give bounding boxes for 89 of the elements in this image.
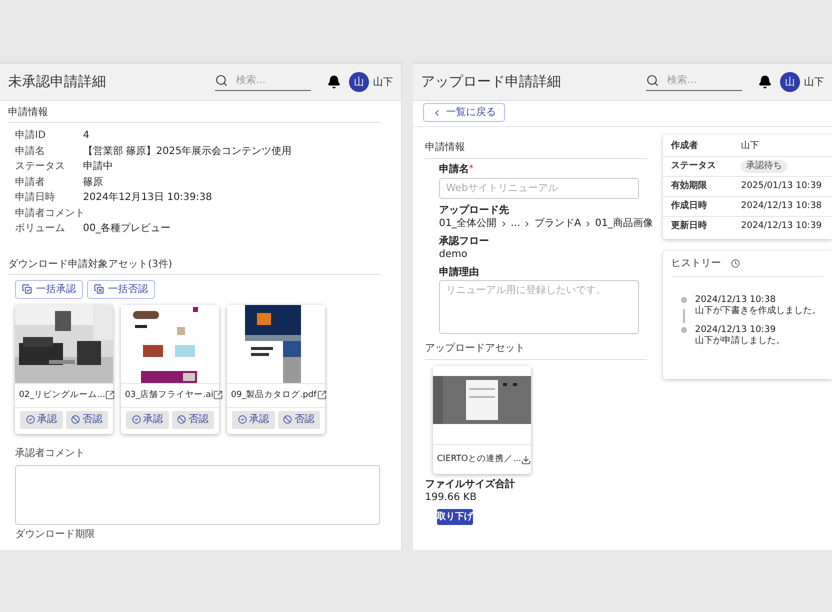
history-time: 2024/12/13 10:39	[695, 325, 777, 336]
download-icon[interactable]	[521, 454, 532, 464]
reason-field[interactable]: リニューアル用に登録したいです。	[439, 280, 639, 334]
detail-label: 作成日時	[671, 200, 708, 213]
detail-label: ステータス	[671, 160, 717, 173]
breadcrumb-item[interactable]: ...	[510, 217, 520, 230]
field-label: 申請者コメント	[15, 206, 83, 221]
asset-name: 02_リビングルーム...	[19, 388, 106, 402]
breadcrumb-item[interactable]: 01_全体公開	[439, 217, 497, 230]
field-value: demo	[439, 248, 468, 261]
reject-button[interactable]: 否認	[172, 410, 214, 428]
check-circle-icon	[132, 415, 141, 424]
section-title: アップロードアセット	[425, 342, 647, 360]
reject-button[interactable]: 否認	[66, 410, 108, 428]
detail-value: 山下	[741, 140, 759, 153]
field-label: 申請日時	[15, 190, 56, 206]
withdraw-button[interactable]: 取り下げ	[437, 509, 473, 525]
field-value: 2024年12月13日 10:39:38	[83, 191, 212, 206]
check-circle-icon	[26, 415, 35, 424]
detail-label: 作成者	[671, 140, 699, 153]
field-value: 199.66 KB	[425, 491, 478, 504]
field-label: 申請名	[439, 163, 469, 176]
check-circle-icon	[238, 415, 247, 424]
page-title: アップロード申請詳細	[421, 72, 562, 92]
section-title: 申請情報	[8, 101, 380, 123]
bulk-reject-button[interactable]: 一括否認	[87, 280, 155, 298]
field-value: 篠原	[83, 176, 103, 190]
field-value: 申請中	[83, 160, 113, 174]
user-name: 山下	[804, 76, 824, 90]
external-link-icon[interactable]	[213, 390, 224, 400]
user-avatar[interactable]: 山	[780, 72, 800, 92]
status-badge: 承認待ち	[741, 160, 787, 174]
copy-cross-icon	[94, 284, 104, 294]
name-field[interactable]: Webサイトリニューアル	[439, 178, 639, 199]
field-value: 【営業部 篠原】2025年展示会コンテンツ使用	[83, 144, 292, 159]
comment-field[interactable]	[15, 464, 380, 524]
detail-value: 2024/12/13 10:38	[741, 200, 822, 213]
detail-label: 更新日時	[671, 220, 708, 234]
external-link-icon[interactable]	[105, 390, 116, 400]
field-value: 4	[83, 129, 90, 144]
field-label: ファイルサイズ合計	[425, 478, 516, 491]
approve-button[interactable]: 承認	[126, 410, 168, 428]
bell-icon[interactable]	[327, 75, 341, 89]
field-label: 承認者コメント	[14, 446, 86, 460]
search-field[interactable]: 検索...	[667, 73, 727, 88]
section-title: ダウンロード申請対象アセット(3件)	[8, 256, 380, 274]
page-title: 未承認申請詳細	[8, 72, 107, 92]
history-text: 山下が申請しました。	[695, 336, 785, 347]
bulk-approve-button[interactable]: 一括承認	[15, 280, 83, 298]
copy-check-icon	[22, 284, 32, 294]
breadcrumb-item[interactable]: 01_商品画像	[595, 217, 653, 230]
required-mark: *	[469, 163, 474, 176]
field-label: 承認フロー	[439, 235, 490, 248]
field-label: アップロード先	[439, 204, 510, 217]
history-text: 山下が下書きを作成しました。	[695, 306, 821, 317]
user-name: 山下	[373, 76, 393, 90]
field-value: 00_各種プレビュー	[83, 222, 171, 236]
search-icon	[646, 74, 659, 87]
reject-button[interactable]: 否認	[278, 410, 320, 428]
approve-button[interactable]: 承認	[20, 410, 62, 428]
asset-name: 03_店舗フライヤー.ai	[125, 388, 214, 402]
field-label: 申請ID	[15, 128, 47, 144]
bell-icon[interactable]	[758, 75, 772, 89]
section-title: 申請情報	[425, 141, 647, 159]
field-label: ダウンロード期限	[14, 528, 96, 540]
clock-icon[interactable]	[731, 259, 740, 268]
field-label: 申請者	[15, 176, 46, 190]
history-title: ヒストリー	[671, 257, 721, 271]
search-icon	[215, 74, 228, 87]
prohibited-icon	[71, 415, 80, 424]
breadcrumb-item[interactable]: ブランドA	[534, 217, 582, 230]
back-button[interactable]: 一覧に戻る	[423, 103, 505, 122]
field-label: ボリューム	[15, 222, 66, 236]
field-label: ステータス	[15, 160, 66, 174]
history-time: 2024/12/13 10:38	[695, 295, 777, 306]
field-label: 申請理由	[439, 266, 480, 279]
field-label: 申請名	[15, 144, 46, 159]
asset-name: 09_製品カタログ.pdf	[231, 388, 317, 402]
detail-value: 2025/01/13 10:39	[741, 180, 822, 193]
search-field[interactable]: 検索...	[236, 73, 296, 88]
timeline-line	[683, 309, 685, 323]
user-avatar[interactable]: 山	[349, 72, 369, 92]
asset-name: CIERTOとの連携／...	[437, 453, 522, 466]
detail-label: 有効期限	[671, 180, 708, 193]
approve-button[interactable]: 承認	[232, 410, 274, 428]
external-link-icon[interactable]	[316, 390, 327, 400]
detail-value: 2024/12/13 10:39	[741, 220, 822, 234]
prohibited-icon	[283, 415, 292, 424]
prohibited-icon	[177, 415, 186, 424]
